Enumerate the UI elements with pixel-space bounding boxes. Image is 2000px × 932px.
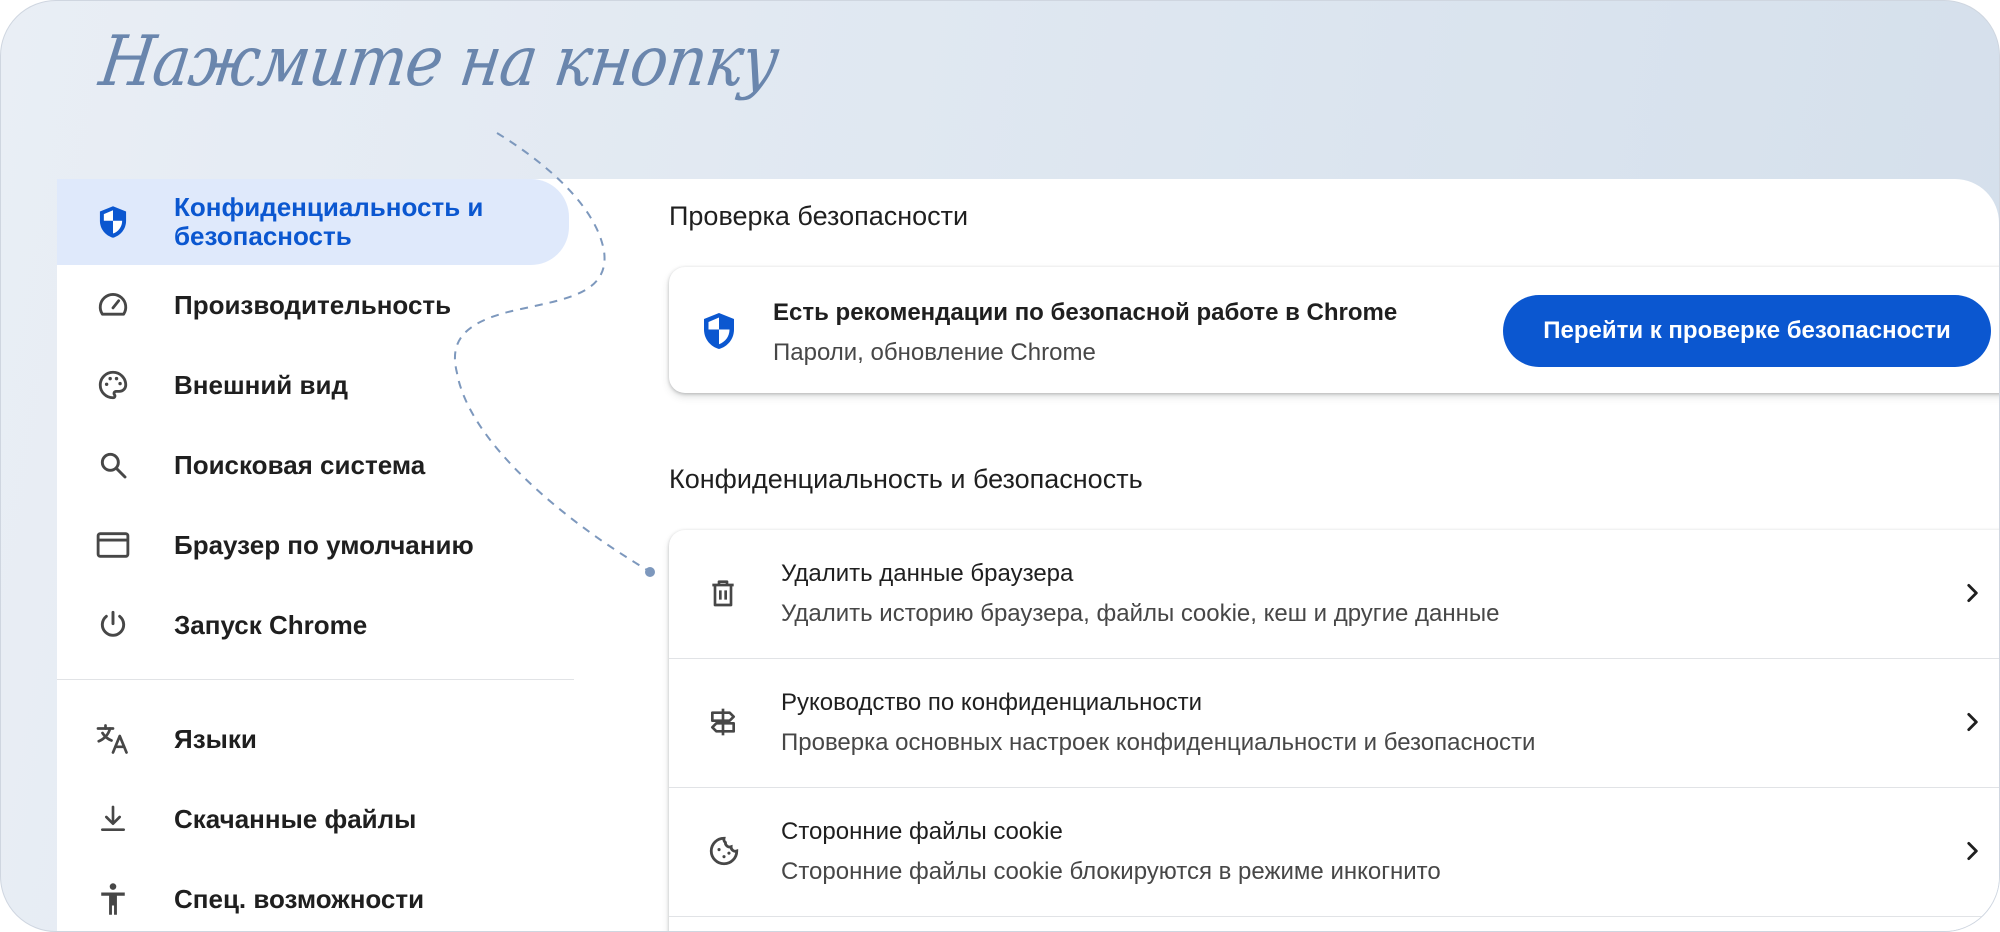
accessibility-icon bbox=[95, 881, 131, 917]
signpost-icon bbox=[707, 705, 743, 741]
safety-check-card-title: Есть рекомендации по безопасной работе в… bbox=[773, 299, 1398, 326]
privacy-section-title: Конфиденциальность и безопасность bbox=[669, 464, 1143, 494]
sidebar-item-appearance[interactable]: Внешний вид bbox=[57, 351, 569, 419]
sidebar-item-label: Внешний вид bbox=[174, 369, 348, 400]
go-to-safety-check-button[interactable]: Перейти к проверке безопасности bbox=[1503, 295, 1991, 367]
clear-browsing-data-row[interactable]: Удалить данные браузера Удалить историю … bbox=[669, 530, 1999, 658]
settings-main: Проверка безопасности Есть рекомендации … bbox=[613, 179, 1999, 931]
sidebar-item-performance[interactable]: Производительность bbox=[57, 271, 569, 339]
row-subtitle: Сторонние файлы cookie блокируются в реж… bbox=[781, 858, 1441, 885]
trash-icon bbox=[707, 576, 743, 612]
cookie-icon bbox=[707, 834, 743, 870]
sidebar-item-accessibility[interactable]: Спец. возможности bbox=[57, 865, 569, 931]
sidebar-item-label: Спец. возможности bbox=[174, 883, 425, 914]
safety-check-card: Есть рекомендации по безопасной работе в… bbox=[669, 267, 1999, 393]
sidebar-item-default-browser[interactable]: Браузер по умолчанию bbox=[57, 511, 569, 579]
settings-window: Конфиденциальность и безопасность Произв… bbox=[57, 179, 1999, 931]
row-subtitle: Проверка основных настроек конфиденциаль… bbox=[781, 729, 1536, 756]
sidebar-item-label: Производительность bbox=[174, 289, 452, 320]
sidebar-divider bbox=[57, 679, 574, 680]
row-title: Сторонние файлы cookie bbox=[781, 818, 1063, 845]
safety-check-section-title: Проверка безопасности bbox=[669, 201, 969, 231]
chevron-right-icon bbox=[1959, 709, 1987, 737]
screenshot-frame: Нажмите на кнопку Конфиденциальность и б… bbox=[0, 0, 2000, 932]
row-subtitle: Удалить историю браузера, файлы cookie, … bbox=[781, 600, 1500, 627]
sidebar-item-label: Конфиденциальность и безопасность bbox=[174, 192, 484, 251]
sidebar-item-downloads[interactable]: Скачанные файлы bbox=[57, 785, 569, 853]
chevron-right-icon bbox=[1959, 580, 1987, 608]
sidebar-item-label: Языки bbox=[174, 723, 257, 754]
sidebar-item-search-engine[interactable]: Поисковая система bbox=[57, 431, 569, 499]
sidebar-item-label: Запуск Chrome bbox=[174, 609, 368, 640]
speedometer-icon bbox=[95, 287, 131, 323]
privacy-card: Удалить данные браузера Удалить историю … bbox=[669, 530, 1999, 931]
sidebar-item-label: Поисковая система bbox=[174, 449, 426, 480]
sidebar: Конфиденциальность и безопасность Произв… bbox=[57, 179, 574, 931]
third-party-cookies-row[interactable]: Сторонние файлы cookie Сторонние файлы c… bbox=[669, 788, 1999, 916]
chevron-right-icon bbox=[1959, 838, 1987, 866]
translate-icon bbox=[95, 721, 131, 757]
row-divider bbox=[669, 916, 1999, 917]
row-title: Удалить данные браузера bbox=[781, 560, 1074, 587]
browser-window-icon bbox=[95, 527, 131, 563]
sidebar-item-privacy[interactable]: Конфиденциальность и безопасность bbox=[57, 179, 569, 265]
download-icon bbox=[95, 801, 131, 837]
sidebar-item-languages[interactable]: Языки bbox=[57, 705, 569, 773]
power-icon bbox=[95, 607, 131, 643]
palette-icon bbox=[95, 367, 131, 403]
row-title: Руководство по конфиденциальности bbox=[781, 689, 1203, 716]
sidebar-item-label: Браузер по умолчанию bbox=[174, 529, 474, 560]
sidebar-item-on-startup[interactable]: Запуск Chrome bbox=[57, 591, 569, 659]
sidebar-item-label: Скачанные файлы bbox=[174, 803, 417, 834]
search-icon bbox=[95, 447, 131, 483]
callout-heading: Нажмите на кнопку bbox=[95, 20, 784, 103]
privacy-guide-row[interactable]: Руководство по конфиденциальности Провер… bbox=[669, 659, 1999, 787]
shield-icon bbox=[701, 311, 739, 353]
safety-check-card-subtitle: Пароли, обновление Chrome bbox=[773, 339, 1096, 366]
shield-icon bbox=[95, 204, 131, 240]
